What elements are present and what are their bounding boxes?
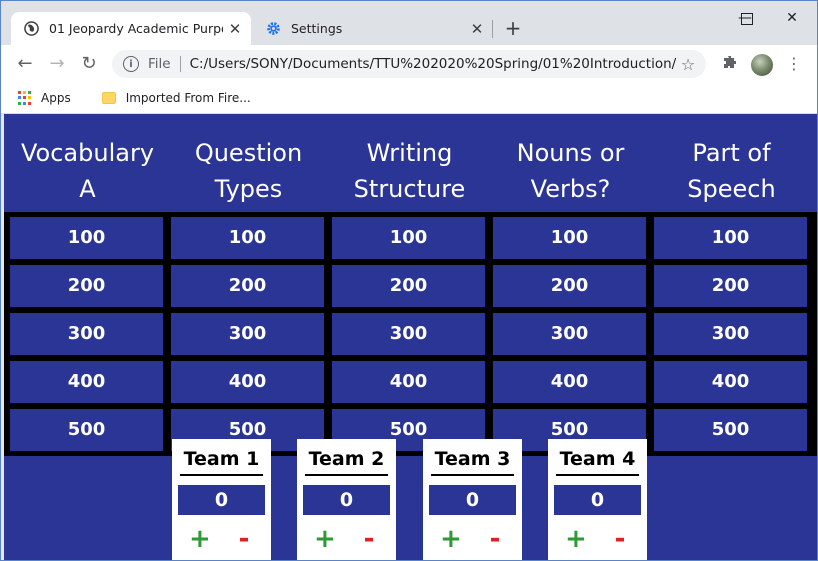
board-cell[interactable]: 400 — [493, 361, 646, 403]
board-cell[interactable]: 200 — [171, 265, 324, 307]
category-header: Vocabulary A — [7, 135, 168, 207]
team-name: Team 2 — [305, 447, 388, 476]
board-cell[interactable]: 400 — [654, 361, 807, 403]
add-points-button[interactable]: + — [565, 524, 587, 554]
tab-jeopardy[interactable]: 01 Jeopardy Academic Purposes ✕ — [11, 12, 251, 45]
board-cell[interactable]: 100 — [332, 217, 485, 259]
board-cell[interactable]: 100 — [171, 217, 324, 259]
team-name: Team 1 — [180, 447, 263, 476]
reload-icon[interactable]: ↻ — [77, 52, 101, 76]
tab-title: Settings — [291, 21, 343, 36]
close-tab-icon[interactable]: ✕ — [465, 20, 489, 38]
subtract-points-button[interactable]: - — [234, 524, 254, 554]
category-line: Types — [214, 175, 283, 203]
tab-divider — [492, 20, 493, 38]
kebab-menu-icon[interactable]: ⋮ — [786, 54, 802, 74]
team-panel: Team 2 0 + - — [297, 439, 396, 560]
star-icon[interactable]: ☆ — [676, 55, 700, 74]
back-arrow-icon[interactable]: ← — [13, 52, 37, 76]
close-tab-icon[interactable]: ✕ — [223, 20, 247, 38]
team-score: 0 — [554, 485, 641, 515]
board-cell[interactable]: 400 — [171, 361, 324, 403]
team-panel: Team 1 0 + - — [172, 439, 271, 560]
info-icon[interactable]: i — [123, 56, 139, 72]
bookmark-imported-folder[interactable]: Imported From Fire... — [126, 91, 251, 105]
team-name: Team 3 — [431, 447, 514, 476]
gear-icon — [265, 21, 281, 37]
board-cell[interactable]: 200 — [654, 265, 807, 307]
board-cell[interactable]: 400 — [332, 361, 485, 403]
category-line: Question — [194, 139, 303, 167]
category-line: A — [79, 175, 96, 203]
forward-arrow-icon[interactable]: → — [45, 52, 69, 76]
board-cell[interactable]: 300 — [332, 313, 485, 355]
subtract-points-button[interactable]: - — [610, 524, 630, 554]
board-cell[interactable]: 300 — [654, 313, 807, 355]
close-window-button[interactable]: ✕ — [772, 5, 812, 31]
maximize-button[interactable] — [727, 5, 767, 31]
tab-settings[interactable]: Settings ✕ — [253, 12, 493, 45]
board-cell[interactable]: 300 — [10, 313, 163, 355]
category-line: Structure — [353, 175, 466, 203]
board-cell[interactable]: 200 — [332, 265, 485, 307]
new-tab-button[interactable]: + — [501, 17, 525, 41]
board-cell[interactable]: 100 — [493, 217, 646, 259]
bookmarks-bar: Apps Imported From Fire... — [1, 83, 817, 114]
board-cell[interactable]: 400 — [10, 361, 163, 403]
add-points-button[interactable]: + — [314, 524, 336, 554]
address-bar[interactable]: i File C:/Users/SONY/Documents/TTU%20202… — [112, 50, 706, 78]
url-text[interactable]: C:/Users/SONY/Documents/TTU%202020%20Spr… — [190, 56, 676, 72]
bookmark-apps[interactable]: Apps — [41, 91, 71, 105]
jeopardy-board: 100 200 300 400 500 100 200 300 400 500 100 200 300 4… — [4, 212, 817, 456]
team-name: Team 4 — [556, 447, 639, 476]
team-panel: Team 4 0 + - — [548, 439, 647, 560]
profile-avatar[interactable] — [751, 54, 773, 76]
scheme-label: File — [148, 56, 171, 72]
team-score: 0 — [178, 485, 265, 515]
category-line: Writing — [366, 139, 453, 167]
board-cell[interactable]: 100 — [10, 217, 163, 259]
board-cell[interactable]: 500 — [654, 409, 807, 451]
subtract-points-button[interactable]: - — [485, 524, 505, 554]
extensions-icon[interactable] — [721, 55, 739, 73]
globe-icon — [23, 21, 39, 37]
category-header: Writing Structure — [329, 135, 490, 207]
board-cell[interactable]: 500 — [10, 409, 163, 451]
category-line: Speech — [687, 175, 776, 203]
team-panel: Team 3 0 + - — [423, 439, 522, 560]
add-points-button[interactable]: + — [440, 524, 462, 554]
team-score: 0 — [303, 485, 390, 515]
board-cell[interactable]: 200 — [10, 265, 163, 307]
category-line: Nouns or — [516, 139, 625, 167]
category-header: Part of Speech — [651, 135, 812, 207]
team-score: 0 — [429, 485, 516, 515]
board-cell[interactable]: 300 — [493, 313, 646, 355]
subtract-points-button[interactable]: - — [359, 524, 379, 554]
category-header: Nouns or Verbs? — [490, 135, 651, 207]
category-line: Part of — [692, 139, 771, 167]
category-line: Verbs? — [530, 175, 611, 203]
apps-icon[interactable] — [18, 91, 32, 105]
browser-toolbar: ← → ↻ i File C:/Users/SONY/Documents/TTU… — [1, 45, 817, 83]
jeopardy-page: Vocabulary A Question Types Writing Stru… — [1, 114, 817, 560]
tab-strip: 01 Jeopardy Academic Purposes ✕ Settings… — [1, 1, 817, 45]
board-cell[interactable]: 300 — [171, 313, 324, 355]
omnibox-divider — [179, 56, 181, 72]
add-points-button[interactable]: + — [189, 524, 211, 554]
browser-window: 01 Jeopardy Academic Purposes ✕ Settings… — [0, 0, 818, 561]
tab-title: 01 Jeopardy Academic Purposes — [49, 21, 223, 36]
folder-icon — [101, 92, 116, 104]
category-line: Vocabulary — [20, 139, 155, 167]
category-header: Question Types — [168, 135, 329, 207]
board-cell[interactable]: 200 — [493, 265, 646, 307]
board-cell[interactable]: 100 — [654, 217, 807, 259]
